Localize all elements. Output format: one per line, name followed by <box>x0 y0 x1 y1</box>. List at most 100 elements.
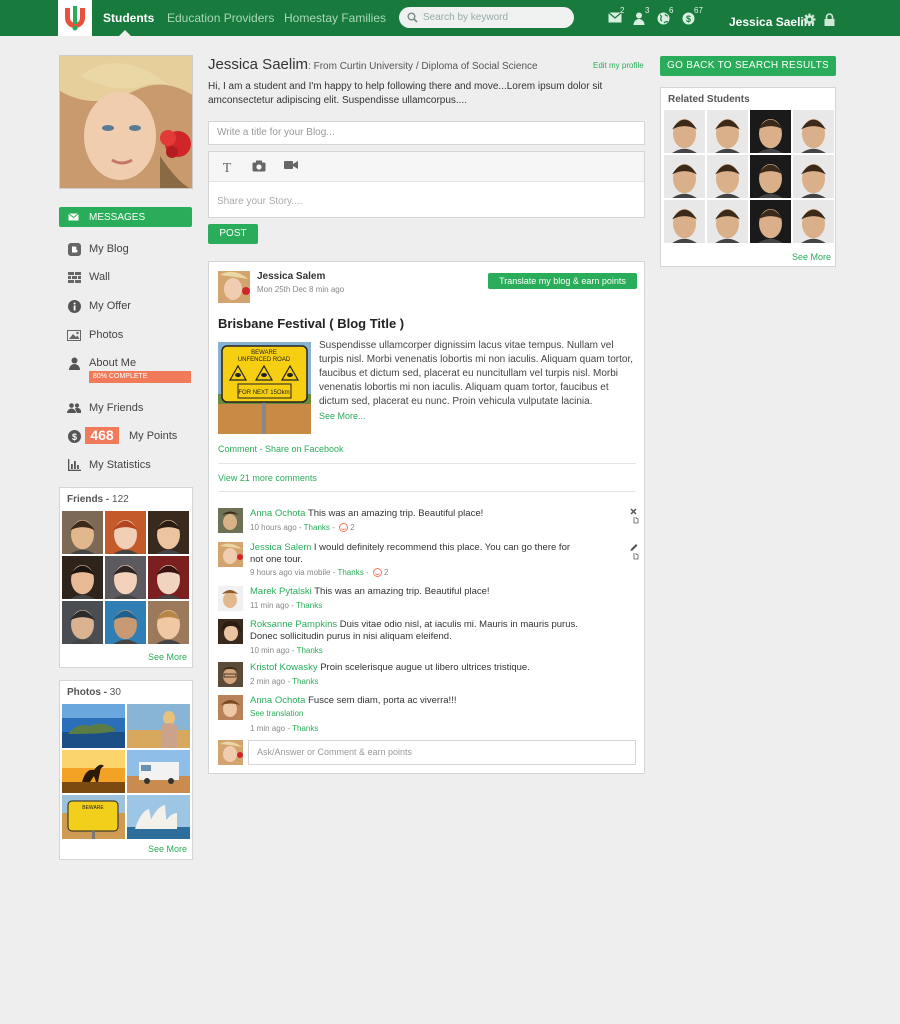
commenter-avatar[interactable] <box>218 508 243 533</box>
blog-title[interactable]: Brisbane Festival ( Blog Title ) <box>218 316 404 331</box>
friend-avatar[interactable] <box>62 556 103 599</box>
blog-image[interactable]: BEWARE UNFENCED ROAD FOR NEXT 15Okm <box>218 342 311 434</box>
comment-author[interactable]: Anna Ochota <box>250 508 305 519</box>
author-avatar[interactable] <box>218 271 250 303</box>
photo-icon <box>67 328 81 342</box>
friend-avatar[interactable] <box>62 601 103 644</box>
lock-icon[interactable] <box>824 13 835 26</box>
related-student-avatar[interactable] <box>793 155 834 198</box>
related-student-avatar[interactable] <box>707 110 748 153</box>
site-logo[interactable] <box>58 0 92 36</box>
related-student-avatar[interactable] <box>707 200 748 243</box>
commenter-avatar[interactable] <box>218 695 243 720</box>
gear-icon[interactable] <box>803 13 816 26</box>
edit-profile-link[interactable]: Edit my profile <box>593 61 644 70</box>
blog-see-more-link[interactable]: See More... <box>319 411 366 421</box>
back-to-search-results-button[interactable]: GO BACK TO SEARCH RESULTS <box>660 56 836 76</box>
smile-icon[interactable] <box>339 523 349 533</box>
view-more-comments-link[interactable]: View 21 more comments <box>218 473 317 483</box>
comment-author[interactable]: Jessica Salem <box>250 542 311 553</box>
thanks-link[interactable]: Thanks <box>304 523 330 532</box>
sidebar-item-my-points[interactable]: $ My Points <box>67 429 177 443</box>
related-student-avatar[interactable] <box>664 110 705 153</box>
comment-author[interactable]: Anna Ochota <box>250 695 305 706</box>
friends-see-more-link[interactable]: See More <box>148 652 187 662</box>
friend-avatar[interactable] <box>148 601 189 644</box>
see-translation-link[interactable]: See translation <box>250 709 303 718</box>
my-avatar[interactable] <box>218 740 243 765</box>
messages-button[interactable]: MESSAGES <box>59 207 192 227</box>
current-user-name[interactable]: Jessica Saelim <box>729 15 814 29</box>
friend-avatar[interactable] <box>148 511 189 554</box>
photo-thumbnail[interactable]: BEWARE <box>62 795 125 839</box>
messages-notification[interactable]: 2 <box>608 6 626 28</box>
photos-see-more-link[interactable]: See More <box>148 844 187 854</box>
photos-panel-title: Photos - 30 <box>67 687 121 698</box>
commenter-avatar[interactable] <box>218 619 243 644</box>
world-notification[interactable]: 6 <box>657 6 675 28</box>
video-icon[interactable] <box>284 160 298 170</box>
sidebar-item-my-statistics[interactable]: My Statistics <box>67 458 151 472</box>
search-input[interactable] <box>423 12 563 23</box>
nav-tab-education-providers[interactable]: Education Providers <box>167 11 274 25</box>
smile-icon[interactable] <box>372 568 382 578</box>
related-student-avatar[interactable] <box>750 110 791 153</box>
photo-thumbnail[interactable] <box>127 795 190 839</box>
commenter-avatar[interactable] <box>218 662 243 687</box>
related-see-more-link[interactable]: See More <box>792 252 831 262</box>
related-student-avatar[interactable] <box>750 155 791 198</box>
friend-avatar[interactable] <box>62 511 103 554</box>
sidebar-item-my-offer[interactable]: My Offer <box>67 299 131 313</box>
nav-tab-students[interactable]: Students <box>103 11 154 25</box>
sidebar-item-about-me[interactable]: About Me <box>67 356 136 370</box>
thanks-link[interactable]: Thanks <box>297 646 323 655</box>
comment-text: Kristof Kowasky Proin scelerisque augue … <box>250 662 530 673</box>
photo-thumbnail[interactable] <box>127 704 190 748</box>
related-student-avatar[interactable] <box>793 110 834 153</box>
comment-author[interactable]: Roksanne Pampkins <box>250 619 337 630</box>
edit-icon[interactable] <box>629 542 639 560</box>
post-button[interactable]: POST <box>208 224 258 244</box>
profile-heading: Jessica Saelim: From Curtin University /… <box>208 56 538 73</box>
sidebar-item-my-blog[interactable]: My Blog <box>67 242 129 256</box>
text-icon[interactable]: T <box>221 160 233 173</box>
sidebar-item-photos[interactable]: Photos <box>67 328 123 342</box>
thanks-link[interactable]: Thanks <box>292 677 318 686</box>
sidebar-item-wall[interactable]: Wall <box>67 270 110 284</box>
comment-meta: 11 min ago - Thanks <box>250 601 323 610</box>
globe-count: 6 <box>669 6 674 15</box>
blog-author-name[interactable]: Jessica Salem <box>257 271 325 282</box>
translate-blog-button[interactable]: Translate my blog & earn points <box>488 273 637 289</box>
thanks-link[interactable]: Thanks <box>292 724 318 733</box>
photo-thumbnail[interactable] <box>62 750 125 793</box>
photo-thumbnail[interactable] <box>62 704 125 748</box>
related-student-avatar[interactable] <box>707 155 748 198</box>
related-student-avatar[interactable] <box>750 200 791 243</box>
related-student-avatar[interactable] <box>664 155 705 198</box>
related-student-avatar[interactable] <box>664 200 705 243</box>
blog-title-input[interactable]: Write a title for your Blog... <box>208 121 645 145</box>
points-notification[interactable]: $ 67 <box>682 6 703 28</box>
profile-photo[interactable] <box>59 55 193 189</box>
comment-author[interactable]: Kristof Kowasky <box>250 662 318 673</box>
related-student-avatar[interactable] <box>793 200 834 243</box>
story-composer[interactable]: T Share your Story.... <box>208 151 645 218</box>
friend-requests-notification[interactable]: 3 <box>633 6 651 28</box>
commenter-avatar[interactable] <box>218 586 243 611</box>
comment-share-links[interactable]: Comment - Share on Facebook <box>218 444 344 454</box>
friend-avatar[interactable] <box>148 556 189 599</box>
friend-avatar[interactable] <box>105 601 146 644</box>
nav-tab-homestay-families[interactable]: Homestay Families <box>284 11 386 25</box>
close-icon[interactable] <box>629 508 639 524</box>
thanks-link[interactable]: Thanks <box>337 568 363 577</box>
sidebar-item-my-friends[interactable]: My Friends <box>67 401 143 415</box>
commenter-avatar[interactable] <box>218 542 243 567</box>
comment-item: Anna Ochota This was an amazing trip. Be… <box>218 508 639 536</box>
friend-avatar[interactable] <box>105 511 146 554</box>
photo-thumbnail[interactable] <box>127 750 190 793</box>
comment-input[interactable]: Ask/Answer or Comment & earn points <box>248 740 636 765</box>
camera-icon[interactable] <box>252 160 266 172</box>
comment-author[interactable]: Marek Pytalski <box>250 586 312 597</box>
friend-avatar[interactable] <box>105 556 146 599</box>
thanks-link[interactable]: Thanks <box>296 601 322 610</box>
